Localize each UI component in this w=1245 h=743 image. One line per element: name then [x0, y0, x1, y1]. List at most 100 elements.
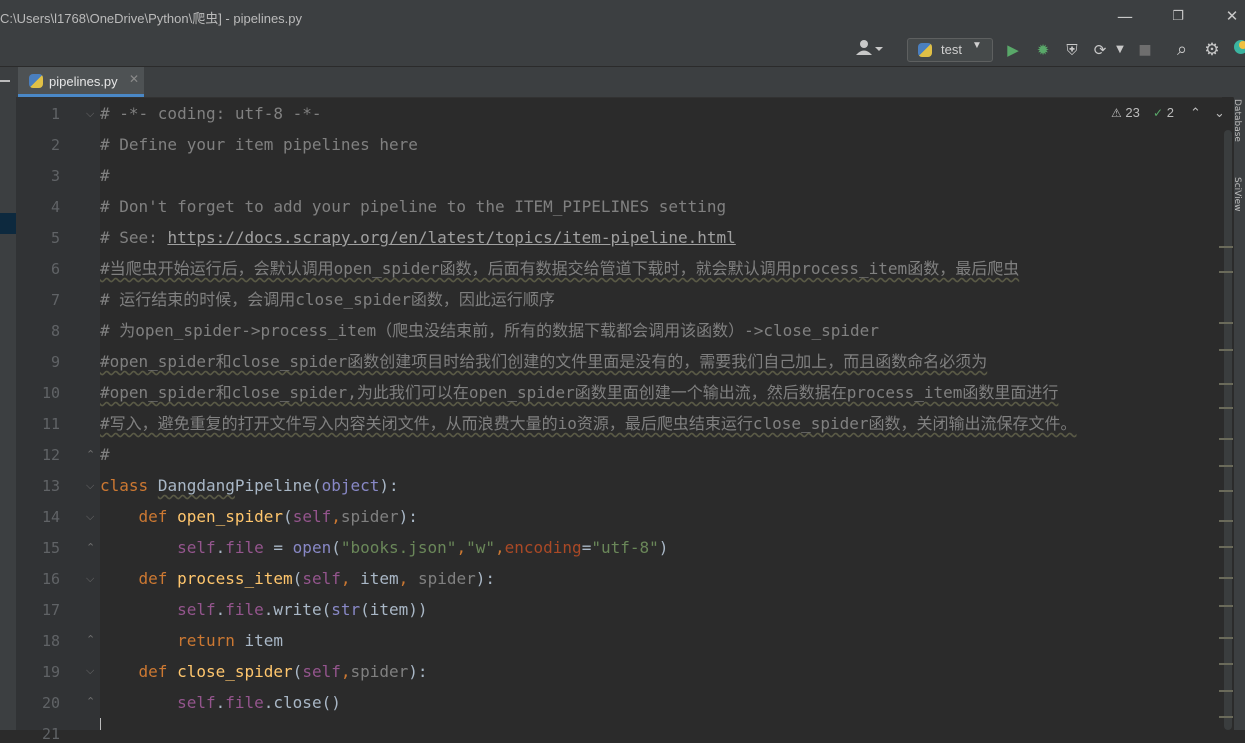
keyword: return — [177, 631, 235, 650]
line-number: 16 — [41, 570, 60, 588]
left-tool-indicator[interactable] — [0, 213, 16, 234]
warnings-count: 23 — [1125, 105, 1140, 120]
tab-list-icon[interactable] — [0, 80, 10, 82]
code-line-11: #写入，避免重复的打开文件写入内容关闭文件，从而浪费大量的io资源，最后爬虫结束… — [100, 414, 1077, 433]
fold-icon[interactable]: ⌃ — [86, 634, 98, 646]
tab-pipelines-py[interactable]: pipelines.py ✕ — [18, 67, 144, 97]
stripe-marker[interactable] — [1219, 577, 1233, 579]
run-configuration-select[interactable]: test ▼ — [907, 38, 993, 62]
self-ref: self — [177, 693, 216, 712]
builtin: str — [331, 600, 361, 619]
stripe-marker[interactable] — [1219, 637, 1233, 639]
line-number: 9 — [50, 353, 60, 371]
editor-tab-bar: pipelines.py ✕ — [0, 67, 1245, 98]
param: spider — [340, 507, 399, 526]
fold-icon[interactable]: ⌵ — [86, 665, 98, 677]
self-ref: self — [177, 600, 216, 619]
stripe-marker[interactable] — [1219, 605, 1233, 607]
line-number: 21 — [41, 725, 60, 743]
tab-label: pipelines.py — [49, 74, 118, 89]
self-ref: self — [177, 538, 216, 557]
fold-icon[interactable]: ⌃ — [86, 542, 98, 554]
stripe-marker[interactable] — [1219, 546, 1233, 548]
method: write — [273, 600, 322, 619]
fold-icon[interactable]: ⌵ — [86, 108, 98, 120]
keyword: def — [138, 507, 168, 526]
fold-icon[interactable]: ⌃ — [86, 449, 98, 461]
stripe-marker[interactable] — [1219, 438, 1233, 440]
line-number: 18 — [41, 632, 60, 650]
warnings-indicator[interactable]: ⚠ 23 — [1111, 104, 1140, 122]
line-number: 3 — [50, 167, 60, 185]
code-line-10: #open_spider和close_spider,为此我们可以在open_sp… — [100, 383, 1059, 402]
previous-highlight-button[interactable]: ⌃ — [1190, 104, 1201, 122]
database-tool-tab[interactable]: Database — [1232, 99, 1242, 142]
docs-link[interactable]: https://docs.scrapy.org/en/latest/topics… — [167, 228, 735, 247]
class-name-part: Pipeline — [234, 476, 312, 495]
chevron-down-icon[interactable]: ▼ — [1113, 39, 1127, 61]
variable: item — [244, 631, 284, 650]
stripe-marker[interactable] — [1219, 246, 1233, 248]
minimize-button[interactable]: — — [1100, 0, 1150, 33]
stripe-marker[interactable] — [1219, 322, 1233, 324]
stripe-marker[interactable] — [1219, 690, 1233, 692]
fold-icon[interactable]: ⌵ — [86, 573, 98, 585]
code-line-1: # -*- coding: utf-8 -*- — [100, 104, 322, 123]
self-param: self — [302, 662, 341, 681]
warning-icon: ⚠ — [1111, 106, 1122, 120]
close-button[interactable]: ✕ — [1207, 0, 1245, 33]
line-number: 6 — [50, 260, 60, 278]
debug-icon[interactable]: ✹ — [1033, 39, 1053, 61]
plugin-icon[interactable] — [1233, 39, 1245, 61]
stripe-marker[interactable] — [1219, 271, 1233, 273]
vertical-scrollbar[interactable] — [1224, 130, 1232, 730]
stripe-marker[interactable] — [1219, 407, 1233, 409]
gear-icon[interactable]: ⚙ — [1202, 39, 1222, 61]
stripe-marker[interactable] — [1219, 663, 1233, 665]
code-line-7: # 运行结束的时候，会调用close_spider函数，因此运行顺序 — [100, 290, 555, 309]
function-name: close_spider — [177, 662, 293, 681]
line-number: 20 — [41, 694, 60, 712]
stripe-marker[interactable] — [1219, 349, 1233, 351]
weak-warnings-indicator[interactable]: ✓ 2 — [1153, 104, 1174, 122]
stripe-marker[interactable] — [1219, 465, 1233, 467]
profile-icon[interactable]: ⟳ — [1090, 39, 1110, 61]
stripe-marker[interactable] — [1219, 520, 1233, 522]
run-configuration-label: test — [941, 42, 962, 57]
self-param: self — [302, 569, 341, 588]
window-title: C:\Users\l1768\OneDrive\Python\爬虫] - pip… — [0, 11, 303, 26]
stop-icon[interactable]: ■ — [1136, 39, 1154, 61]
code-line-2: # Define your item pipelines here — [100, 135, 418, 154]
class-name-part: Dangdang — [157, 476, 235, 495]
builtin: object — [321, 476, 380, 495]
run-icon[interactable]: ▶ — [1003, 39, 1023, 61]
stripe-marker[interactable] — [1219, 490, 1233, 492]
title-bar: C:\Users\l1768\OneDrive\Python\爬虫] - pip… — [0, 0, 1245, 34]
fold-icon[interactable]: ⌵ — [86, 511, 98, 523]
search-icon[interactable]: ⌕ — [1172, 39, 1192, 61]
python-icon — [918, 43, 932, 57]
fold-icon[interactable]: ⌵ — [86, 480, 98, 492]
stripe-marker[interactable] — [1219, 383, 1233, 385]
attribute: file — [225, 600, 264, 619]
comment-prefix: # See: — [100, 228, 168, 247]
keyword: def — [138, 569, 168, 588]
line-number: 4 — [50, 198, 60, 216]
close-tab-icon[interactable]: ✕ — [129, 72, 139, 86]
param: spider — [350, 662, 409, 681]
stripe-marker[interactable] — [1219, 716, 1233, 718]
user-icon[interactable] — [853, 39, 887, 61]
code-editor[interactable]: # -*- coding: utf-8 -*- # Define your it… — [100, 97, 1220, 730]
fold-icon[interactable]: ⌃ — [86, 696, 98, 708]
coverage-icon[interactable]: ⛨ — [1062, 39, 1082, 61]
param: spider — [417, 569, 476, 588]
code-line-20: self.file.close() — [177, 693, 341, 712]
self-param: self — [292, 507, 332, 526]
sciview-tool-tab[interactable]: SciView — [1232, 177, 1242, 212]
builtin: open — [292, 538, 332, 557]
line-number: 2 — [50, 136, 60, 154]
line-number: 10 — [41, 384, 60, 402]
code-line-5: # See: https://docs.scrapy.org/en/latest… — [100, 222, 736, 253]
maximize-button[interactable]: ❐ — [1153, 0, 1203, 33]
line-number: 5 — [50, 229, 60, 247]
